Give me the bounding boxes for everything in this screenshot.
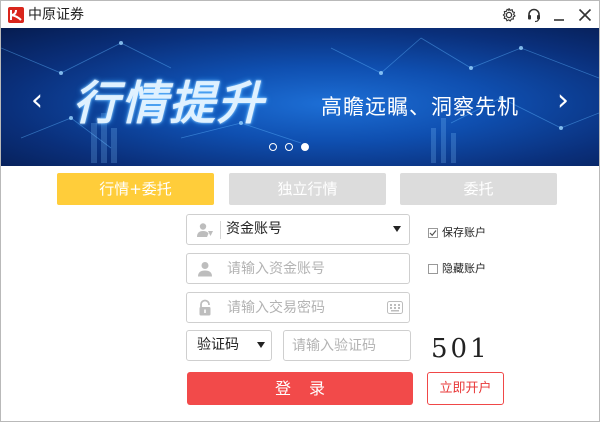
save-account-label: 保存账户 — [442, 226, 486, 239]
settings-button[interactable] — [499, 5, 519, 25]
save-account-checkbox[interactable] — [428, 228, 438, 238]
checkmark-icon — [429, 230, 437, 237]
account-type-select[interactable]: 资金账号 — [186, 214, 410, 245]
chevron-down-icon — [393, 226, 401, 232]
hide-account-label: 隐藏账户 — [442, 262, 486, 275]
account-input[interactable] — [227, 254, 407, 283]
login-window: 中原证券 ‹ › 行情提升 高瞻远瞩、洞察先机 行情+委托 独立行情 委托 资金… — [0, 0, 600, 422]
minimize-icon — [554, 19, 564, 21]
chevron-down-icon — [257, 342, 265, 348]
banner-dot-2[interactable] — [285, 143, 293, 151]
open-account-button[interactable]: 立即开户 — [427, 372, 504, 405]
banner-subline: 高瞻远瞩、洞察先机 — [321, 95, 519, 119]
close-button[interactable] — [575, 5, 595, 25]
support-button[interactable] — [524, 5, 544, 25]
verify-code-input[interactable] — [292, 331, 404, 360]
tab-trade[interactable]: 委托 — [400, 173, 557, 205]
verify-code-field[interactable] — [283, 330, 411, 361]
tab-standalone-quote[interactable]: 独立行情 — [229, 173, 386, 205]
app-logo-icon — [8, 7, 24, 23]
app-title: 中原证券 — [28, 7, 84, 23]
login-button[interactable]: 登录 — [187, 372, 413, 405]
user-id-icon — [197, 223, 213, 237]
tab-quote-and-trade[interactable]: 行情+委托 — [57, 173, 214, 205]
captcha-text: 5012 — [431, 334, 489, 364]
account-field[interactable] — [186, 253, 410, 284]
gear-icon — [502, 7, 516, 22]
user-icon — [198, 262, 212, 277]
password-field[interactable] — [186, 292, 410, 323]
keyboard-icon[interactable] — [387, 301, 403, 314]
verify-type-value: 验证码 — [197, 337, 239, 353]
title-bar: 中原证券 — [1, 1, 599, 28]
banner-pager — [269, 143, 309, 151]
banner-dot-1[interactable] — [269, 143, 277, 151]
field-divider — [220, 221, 221, 239]
verify-type-select[interactable]: 验证码 — [186, 330, 272, 361]
banner-next-arrow[interactable]: › — [557, 86, 569, 116]
lock-icon — [199, 299, 211, 316]
close-icon — [578, 8, 592, 22]
password-input[interactable] — [227, 293, 377, 322]
banner-prev-arrow[interactable]: ‹ — [31, 86, 43, 116]
banner-headline: 行情提升 — [73, 76, 265, 130]
banner-dot-3[interactable] — [301, 143, 309, 151]
account-type-value: 资金账号 — [226, 221, 282, 237]
headset-icon — [528, 8, 540, 23]
minimize-button[interactable] — [549, 5, 569, 25]
captcha-image[interactable]: 5012 — [429, 329, 489, 365]
hide-account-checkbox[interactable] — [428, 264, 438, 274]
